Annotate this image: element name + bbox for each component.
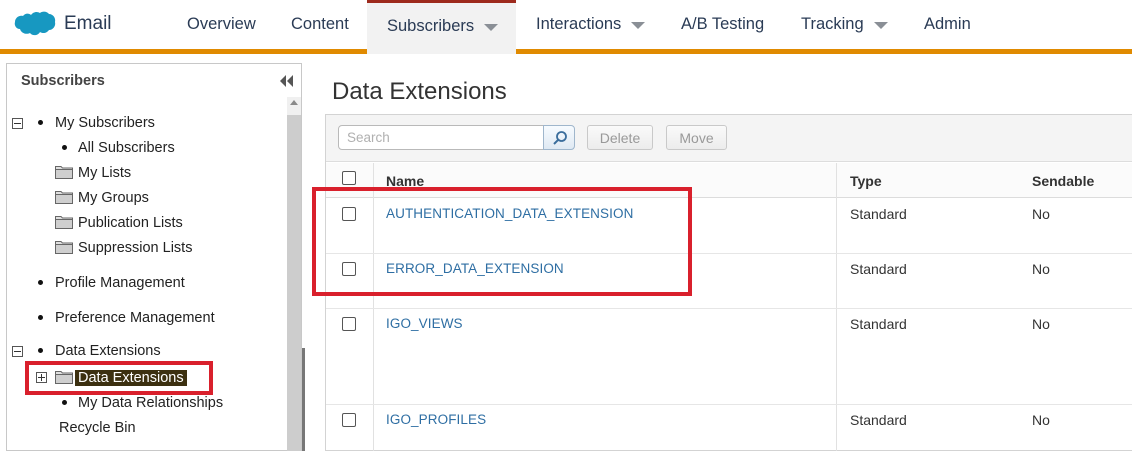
tab-interactions[interactable]: Interactions [536,0,646,49]
folder-icon [55,191,73,204]
collapse-toggle-data-extensions[interactable] [12,346,23,357]
sidebar-item-label: My Lists [78,165,132,181]
sidebar-item-all-subscribers[interactable]: All Subscribers [78,138,175,158]
cell-sendable: No [1032,261,1050,277]
salesforce-cloud-logo [14,11,56,36]
chevron-down-icon [484,23,499,31]
sidebar-item-suppression-lists[interactable]: Suppression Lists [78,238,192,258]
page-title: Data Extensions [332,78,507,105]
sidebar-item-label: Profile Management [55,275,185,291]
sidebar-item-my-lists[interactable]: My Lists [78,163,131,183]
cell-type: Standard [850,412,907,428]
sidebar-item-label: Publication Lists [78,215,183,231]
accent-bar [0,49,1132,54]
top-navigation: Email Overview Content Subscribers Inter… [0,0,1132,54]
data-extension-name-link[interactable]: IGO_PROFILES [386,412,486,427]
sidebar-item-label: Preference Management [55,310,215,326]
double-chevron-left-icon[interactable] [279,74,295,88]
tab-admin[interactable]: Admin [924,0,971,49]
cell-type: Standard [850,316,907,332]
chevron-down-icon [873,22,888,29]
tab-ab-testing[interactable]: A/B Testing [681,0,764,49]
annotation-highlight-box [25,361,213,395]
tree-bullet [38,315,43,320]
sidebar-item-label: Recycle Bin [59,420,136,436]
tab-overview-label: Overview [187,15,256,33]
tab-interactions-label: Interactions [536,15,622,33]
cell-sendable: No [1032,206,1050,222]
cell-type: Standard [850,261,907,277]
folder-icon [55,216,73,229]
tab-content[interactable]: Content [291,0,349,49]
sidebar-item-publication-lists[interactable]: Publication Lists [78,213,183,233]
sidebar-item-label: My Groups [78,190,149,206]
sidebar-item-label: Suppression Lists [78,240,193,256]
tab-content-label: Content [291,15,349,33]
sidebar-item-preference-management[interactable]: Preference Management [55,308,215,328]
table-row[interactable]: IGO_PROFILES Standard No [326,405,1132,451]
tab-tracking-label: Tracking [801,15,864,33]
sidebar-item-recycle-bin[interactable]: Recycle Bin [59,418,136,438]
app-name: Email [64,13,112,34]
delete-button[interactable]: Delete [587,125,653,150]
sidebar-item-data-extensions[interactable]: Data Extensions [55,341,161,361]
row-checkbox[interactable] [342,317,356,331]
sidebar-item-label: Data Extensions [55,343,161,359]
folder-icon [55,241,73,254]
cell-type: Standard [850,206,907,222]
sidebar-header: Subscribers [7,64,301,97]
cell-sendable: No [1032,316,1050,332]
sidebar-item-label: My Subscribers [55,115,155,131]
sidebar-item-profile-management[interactable]: Profile Management [55,273,185,293]
scrollbar-thumb[interactable] [302,348,305,451]
move-button[interactable]: Move [666,125,727,150]
row-checkbox[interactable] [342,413,356,427]
collapse-toggle-my-subscribers[interactable] [12,118,23,129]
column-header-sendable[interactable]: Sendable [1032,173,1094,189]
sidebar-item-my-subscribers[interactable]: My Subscribers [55,113,155,133]
select-all-checkbox[interactable] [342,171,356,185]
sidebar-item-my-data-relationships[interactable]: My Data Relationships [78,393,223,413]
data-extension-name-link[interactable]: IGO_VIEWS [386,316,463,331]
tree-bullet [62,145,67,150]
chevron-down-icon [631,22,646,29]
scrollbar-track[interactable] [287,115,301,451]
tree-bullet [38,120,43,125]
column-header-type[interactable]: Type [850,173,882,189]
tab-overview[interactable]: Overview [187,0,256,49]
table-row[interactable]: IGO_VIEWS Standard No [326,309,1132,405]
scroll-up-arrow-icon[interactable] [290,100,298,105]
tab-admin-label: Admin [924,15,971,33]
folder-icon [55,166,73,179]
sidebar-item-label: All Subscribers [78,140,175,156]
sidebar-item-label: My Data Relationships [78,395,224,411]
search-button[interactable] [543,125,575,150]
tree-bullet [38,348,43,353]
sidebar-item-my-groups[interactable]: My Groups [78,188,149,208]
sidebar-title: Subscribers [21,73,105,89]
search-icon [553,131,567,145]
annotation-highlight-box [312,187,692,296]
search-input[interactable] [338,125,544,150]
tree-bullet [38,280,43,285]
tab-ab-testing-label: A/B Testing [681,15,765,33]
tab-subscribers-label: Subscribers [387,16,475,35]
tab-subscribers[interactable]: Subscribers [367,0,516,54]
grid-toolbar: Delete Move [326,115,1132,162]
tab-tracking[interactable]: Tracking [801,0,888,49]
tree-bullet [62,400,67,405]
cell-sendable: No [1032,412,1050,428]
sidebar-scrollbar[interactable] [287,97,301,451]
